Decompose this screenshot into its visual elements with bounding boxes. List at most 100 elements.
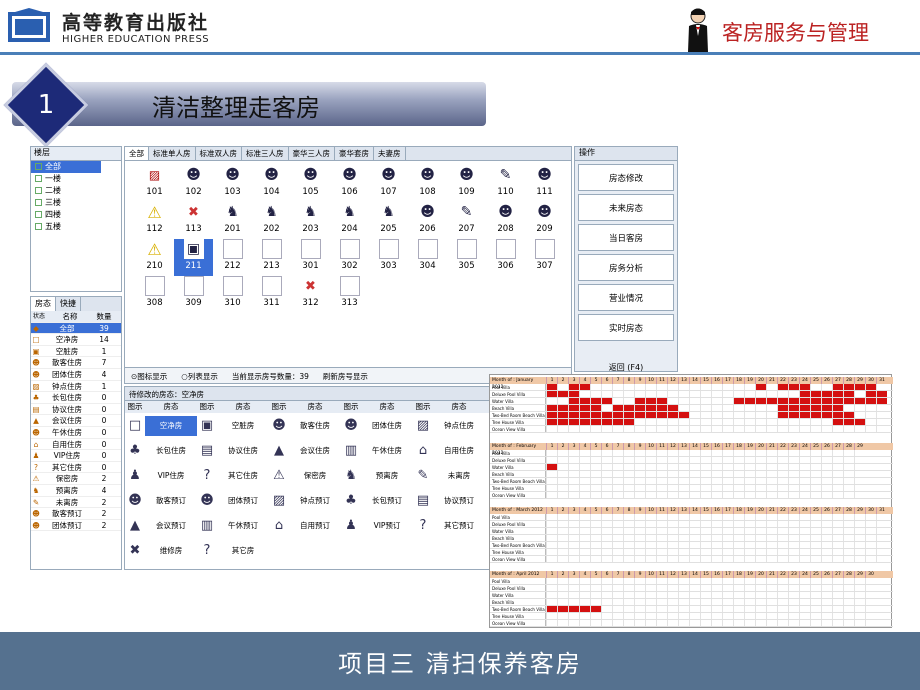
calendar-day-cell[interactable]: [689, 412, 700, 418]
calendar-day-cell[interactable]: [832, 542, 843, 548]
calendar-day-cell[interactable]: [865, 426, 876, 432]
calendar-day-cell[interactable]: [700, 592, 711, 598]
calendar-day-cell[interactable]: [876, 556, 887, 562]
calendar-day-cell[interactable]: [612, 419, 623, 425]
calendar-day-cell[interactable]: [656, 528, 667, 534]
calendar-day-cell[interactable]: [843, 478, 854, 484]
calendar-day-cell[interactable]: [777, 549, 788, 555]
calendar-day-cell[interactable]: [557, 492, 568, 498]
calendar-day-cell[interactable]: [788, 492, 799, 498]
calendar-day-cell[interactable]: [667, 613, 678, 619]
calendar-day-cell[interactable]: [689, 391, 700, 397]
calendar-day-cell[interactable]: [557, 398, 568, 404]
calendar-day-cell[interactable]: [579, 450, 590, 456]
legend-cell[interactable]: ▥ 午休预订: [197, 513, 269, 538]
calendar-day-cell[interactable]: [722, 391, 733, 397]
operations-tab[interactable]: 操作: [575, 147, 677, 161]
calendar-day-cell[interactable]: [821, 578, 832, 584]
calendar-day-cell[interactable]: [876, 419, 887, 425]
calendar-day-cell[interactable]: [678, 426, 689, 432]
calendar-day-cell[interactable]: [579, 521, 590, 527]
calendar-day-cell[interactable]: [579, 492, 590, 498]
calendar-day-cell[interactable]: [733, 492, 744, 498]
calendar-day-cell[interactable]: [711, 613, 722, 619]
calendar-day-cell[interactable]: [645, 542, 656, 548]
calendar-day-cell[interactable]: [645, 391, 656, 397]
calendar-day-cell[interactable]: [711, 391, 722, 397]
calendar-day-cell[interactable]: [579, 620, 590, 626]
calendar-day-cell[interactable]: [766, 521, 777, 527]
calendar-day-cell[interactable]: [722, 528, 733, 534]
calendar-day-cell[interactable]: [667, 405, 678, 411]
calendar-day-cell[interactable]: [557, 457, 568, 463]
calendar-day-cell[interactable]: [821, 620, 832, 626]
calendar-day-cell[interactable]: [656, 471, 667, 477]
calendar-day-cell[interactable]: [667, 492, 678, 498]
calendar-day-cell[interactable]: [678, 398, 689, 404]
calendar-day-cell[interactable]: [744, 521, 755, 527]
calendar-day-cell[interactable]: [711, 585, 722, 591]
calendar-day-cell[interactable]: [634, 521, 645, 527]
room-type-tab[interactable]: 标准三人房: [242, 147, 289, 160]
calendar-day-cell[interactable]: [601, 391, 612, 397]
calendar-day-cell[interactable]: [755, 398, 766, 404]
calendar-day-cell[interactable]: [711, 478, 722, 484]
calendar-day-cell[interactable]: [865, 578, 876, 584]
calendar-day-cell[interactable]: [645, 578, 656, 584]
calendar-day-cell[interactable]: [557, 535, 568, 541]
status-row[interactable]: ♞ 预离房 4: [31, 485, 121, 497]
calendar-day-cell[interactable]: [711, 606, 722, 612]
calendar-day-cell[interactable]: [766, 606, 777, 612]
status-row[interactable]: ▲ 会议住房 0: [31, 415, 121, 427]
calendar-day-cell[interactable]: [733, 585, 744, 591]
calendar-day-cell[interactable]: [700, 606, 711, 612]
calendar-day-cell[interactable]: [590, 620, 601, 626]
calendar-day-cell[interactable]: [799, 592, 810, 598]
calendar-day-cell[interactable]: [777, 514, 788, 520]
room-cell[interactable]: ☻ 106: [330, 165, 369, 202]
calendar-day-cell[interactable]: [634, 398, 645, 404]
calendar-day-cell[interactable]: [755, 478, 766, 484]
calendar-day-cell[interactable]: [568, 426, 579, 432]
calendar-day-cell[interactable]: [689, 578, 700, 584]
calendar-day-cell[interactable]: [722, 457, 733, 463]
calendar-day-cell[interactable]: [678, 485, 689, 491]
calendar-day-cell[interactable]: [810, 521, 821, 527]
calendar-day-cell[interactable]: [700, 405, 711, 411]
status-row[interactable]: ▨ 钟点住房 1: [31, 381, 121, 393]
calendar-day-cell[interactable]: [623, 405, 634, 411]
calendar-day-cell[interactable]: [711, 471, 722, 477]
calendar-day-cell[interactable]: [821, 556, 832, 562]
calendar-day-cell[interactable]: [623, 471, 634, 477]
calendar-day-cell[interactable]: [546, 398, 557, 404]
calendar-day-cell[interactable]: [689, 606, 700, 612]
expand-box-icon[interactable]: [35, 187, 42, 194]
calendar-day-cell[interactable]: [546, 478, 557, 484]
calendar-day-cell[interactable]: [645, 592, 656, 598]
calendar-day-cell[interactable]: [579, 585, 590, 591]
calendar-day-cell[interactable]: [821, 464, 832, 470]
calendar-day-cell[interactable]: [876, 514, 887, 520]
calendar-day-cell[interactable]: [667, 556, 678, 562]
calendar-day-cell[interactable]: [799, 450, 810, 456]
calendar-day-cell[interactable]: [678, 556, 689, 562]
legend-cell[interactable]: ✎ 未离房: [413, 463, 485, 488]
calendar-day-cell[interactable]: [854, 450, 865, 456]
calendar-day-cell[interactable]: [777, 450, 788, 456]
calendar-day-cell[interactable]: [645, 549, 656, 555]
calendar-day-cell[interactable]: [744, 426, 755, 432]
calendar-day-cell[interactable]: [700, 613, 711, 619]
calendar-day-cell[interactable]: [810, 457, 821, 463]
calendar-day-cell[interactable]: [645, 412, 656, 418]
calendar-day-cell[interactable]: [557, 613, 568, 619]
calendar-day-cell[interactable]: [755, 549, 766, 555]
calendar-day-cell[interactable]: [590, 599, 601, 605]
calendar-day-cell[interactable]: [865, 549, 876, 555]
calendar-day-cell[interactable]: [634, 492, 645, 498]
calendar-day-cell[interactable]: [821, 478, 832, 484]
calendar-day-cell[interactable]: [766, 528, 777, 534]
calendar-day-cell[interactable]: [634, 464, 645, 470]
calendar-day-cell[interactable]: [876, 535, 887, 541]
calendar-day-cell[interactable]: [722, 426, 733, 432]
calendar-day-cell[interactable]: [810, 613, 821, 619]
